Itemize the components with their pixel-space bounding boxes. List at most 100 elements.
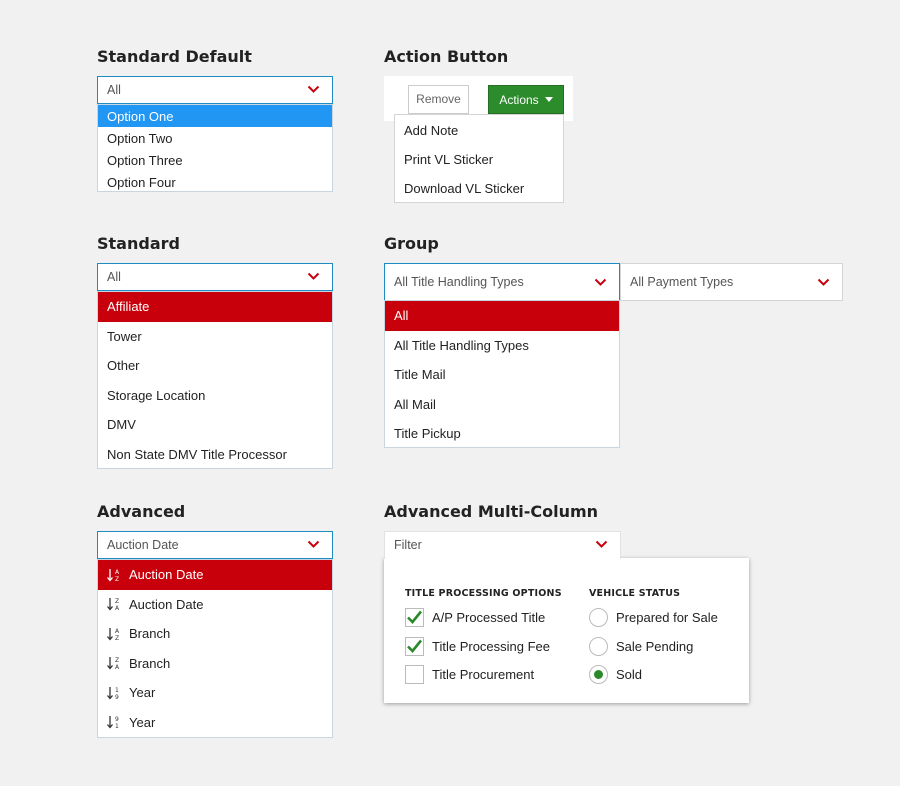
radio-button[interactable] (589, 608, 608, 627)
checkbox-row[interactable]: Title Processing Fee (405, 637, 550, 656)
advanced-heading: Advanced (97, 502, 186, 521)
menu-item[interactable]: All Title Handling Types (385, 331, 619, 361)
radio-label: Prepared for Sale (616, 610, 718, 625)
menu-item[interactable]: Tower (98, 322, 332, 352)
menu-item-download-sticker[interactable]: Download VL Sticker (395, 174, 563, 203)
filter-select[interactable]: Filter (384, 531, 621, 559)
svg-text:A: A (115, 605, 120, 611)
radio-label: Sale Pending (616, 639, 694, 654)
standard-heading: Standard (97, 234, 180, 253)
svg-text:A: A (115, 664, 120, 670)
radio-label: Sold (616, 667, 643, 682)
chevron-down-icon (307, 272, 320, 280)
menu-item[interactable]: DMV (98, 410, 332, 440)
action-button-heading: Action Button (384, 47, 509, 66)
chevron-down-icon (307, 85, 320, 93)
chevron-down-icon (817, 278, 830, 286)
menu-item[interactable]: Option Three (98, 149, 332, 171)
menu-item-label: Year (129, 714, 156, 730)
standard-select[interactable]: All (97, 263, 333, 291)
standard-default-select[interactable]: All (97, 76, 333, 104)
checkbox-label: Title Processing Fee (432, 639, 551, 654)
title-processing-heading: TITLE PROCESSING OPTIONS (405, 588, 562, 599)
advanced-select[interactable]: Auction Date (97, 531, 333, 559)
menu-item[interactable]: A Z Auction Date (98, 560, 332, 590)
title-handling-select[interactable]: All Title Handling Types (384, 263, 620, 301)
menu-item[interactable]: All Mail (385, 390, 619, 420)
svg-text:1: 1 (115, 687, 119, 694)
checkbox-row[interactable]: A/P Processed Title (405, 608, 545, 627)
checkbox-row[interactable]: Title Procurement (405, 665, 534, 684)
standard-default-heading: Standard Default (97, 47, 252, 66)
select-value: All (107, 270, 121, 284)
menu-item[interactable]: Z A Branch (98, 649, 332, 679)
select-value: All Title Handling Types (394, 275, 524, 289)
menu-item[interactable]: 9 1 Year (98, 708, 332, 738)
chevron-down-icon (594, 278, 607, 286)
checkbox[interactable] (405, 637, 424, 656)
sort-a-z-icon: A Z (107, 627, 120, 641)
sort-a-z-icon: A Z (107, 568, 120, 582)
multi-column-heading: Advanced Multi-Column (384, 502, 599, 521)
menu-item[interactable]: Affiliate (98, 292, 332, 322)
sort-9-1-icon: 9 1 (107, 716, 119, 729)
menu-item[interactable]: Other (98, 351, 332, 381)
checkbox[interactable] (405, 665, 424, 684)
menu-item-label: Branch (129, 655, 171, 671)
radio-row[interactable]: Prepared for Sale (589, 608, 718, 627)
chevron-down-icon (595, 540, 608, 548)
sort-z-a-icon: Z A (107, 598, 120, 611)
menu-item[interactable]: A Z Branch (98, 619, 332, 649)
radio-row[interactable]: Sold (589, 665, 642, 684)
menu-item[interactable]: Title Mail (385, 360, 619, 390)
menu-item[interactable]: 1 9 Year (98, 678, 332, 708)
standard-menu: Affiliate Tower Other Storage Location D… (97, 291, 333, 469)
multi-column-panel: TITLE PROCESSING OPTIONS A/P Processed T… (384, 558, 749, 703)
svg-text:Z: Z (115, 657, 119, 664)
checkbox-label: A/P Processed Title (432, 610, 546, 625)
menu-item[interactable]: Option Two (98, 127, 332, 149)
radio-button[interactable] (589, 637, 608, 656)
actions-button[interactable]: Actions (488, 85, 564, 114)
checkmark-icon (407, 610, 423, 624)
menu-item-label: Branch (129, 626, 171, 642)
payment-types-select[interactable]: All Payment Types (620, 263, 843, 301)
menu-item[interactable]: Option One (98, 105, 332, 127)
remove-button[interactable]: Remove (408, 85, 469, 114)
checkbox-label: Title Procurement (432, 667, 535, 682)
checkbox[interactable] (405, 608, 424, 627)
svg-text:1: 1 (115, 723, 119, 729)
select-value: Auction Date (107, 538, 179, 552)
sort-1-9-icon: 1 9 (107, 686, 119, 700)
menu-item[interactable]: Option Four (98, 171, 332, 193)
advanced-menu: A Z Auction Date Z A Auction Date A Z Br… (97, 559, 333, 738)
radio-button[interactable] (589, 665, 608, 684)
actions-button-label: Actions (499, 92, 539, 107)
caret-down-icon (544, 97, 553, 102)
vehicle-status-heading: VEHICLE STATUS (589, 588, 681, 599)
menu-item-label: Year (129, 685, 156, 701)
svg-text:9: 9 (115, 716, 119, 723)
checkmark-icon (407, 639, 423, 653)
radio-row[interactable]: Sale Pending (589, 637, 693, 656)
select-value: Filter (394, 538, 422, 552)
standard-default-menu: Option One Option Two Option Three Optio… (97, 104, 333, 192)
menu-item[interactable]: Z A Auction Date (98, 590, 332, 620)
menu-item[interactable]: All (385, 301, 619, 331)
select-value: All (107, 83, 121, 97)
menu-item-label: Auction Date (129, 567, 204, 583)
svg-text:Z: Z (115, 635, 119, 641)
menu-item-label: Auction Date (129, 596, 204, 612)
menu-item-print-sticker[interactable]: Print VL Sticker (395, 145, 563, 174)
svg-text:A: A (115, 628, 120, 635)
menu-item[interactable]: Storage Location (98, 381, 332, 411)
menu-item-add-note[interactable]: Add Note (395, 116, 563, 145)
group-menu: All All Title Handling Types Title Mail … (384, 300, 620, 448)
radio-selected-dot (594, 670, 603, 679)
group-heading: Group (384, 234, 439, 253)
svg-text:Z: Z (115, 576, 119, 582)
menu-item[interactable]: Title Pickup (385, 419, 619, 449)
menu-item[interactable]: Non State DMV Title Processor (98, 440, 332, 470)
svg-text:A: A (115, 569, 120, 576)
chevron-down-icon (307, 540, 320, 548)
